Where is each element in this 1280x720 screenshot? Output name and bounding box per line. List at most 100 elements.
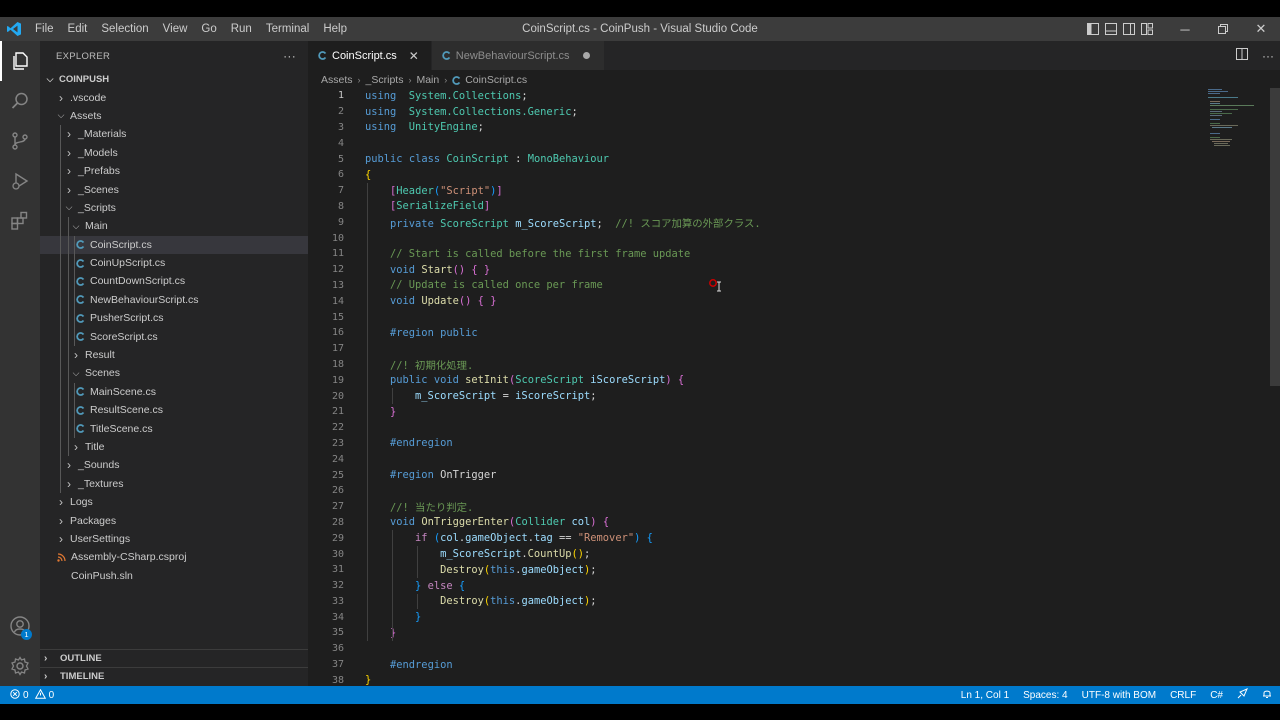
tree-folder-materials[interactable]: › _Materials [40,125,308,144]
close-window-icon[interactable]: ✕ [1242,17,1280,41]
tree-folder-usersettings[interactable]: › UserSettings [40,530,308,548]
tab-coinscript-cs[interactable]: CoinScript.cs ✕ [308,41,432,70]
code-line[interactable]: 16 #region public [308,325,1268,341]
explorer-icon[interactable] [0,41,40,81]
code-line[interactable]: 38} [308,672,1268,686]
toggle-panel-icon[interactable] [1102,17,1120,41]
code-line[interactable]: 7 [Header("Script")] [308,183,1268,199]
code-line[interactable]: 12 void Start() { } [308,262,1268,278]
extensions-icon[interactable] [0,201,40,241]
tree-file-countdownscript-cs[interactable]: CountDownScript.cs [40,272,308,291]
code-line[interactable]: 4 [308,135,1268,151]
code-line[interactable]: 24 [308,451,1268,467]
split-editor-icon[interactable] [1236,48,1248,63]
tree-folder-scenes[interactable]: › _Scenes [40,180,308,199]
tree-file-titlescene-cs[interactable]: TitleScene.cs [40,419,308,438]
menu-terminal[interactable]: Terminal [259,17,316,41]
tree-folder-packages[interactable]: › Packages [40,511,308,529]
menu-file[interactable]: File [28,17,61,41]
search-icon[interactable] [0,81,40,121]
restore-icon[interactable] [1204,17,1242,41]
tree-file-assembly-csharp-csproj[interactable]: Assembly-CSharp.csproj [40,548,308,566]
code-line[interactable]: 29 if (col.gameObject.tag == "Remover") … [308,530,1268,546]
tree-file-coinupscript-cs[interactable]: CoinUpScript.cs [40,253,308,273]
customize-layout-icon[interactable] [1138,17,1156,41]
code-line[interactable]: 5 public class CoinScript : MonoBehaviour [308,151,1268,167]
end-of-line[interactable]: CRLF [1170,690,1196,701]
outline-section[interactable]: › OUTLINE [40,649,308,667]
tree-folder-textures[interactable]: › _Textures [40,474,308,493]
code-line[interactable]: 31 Destroy(this.gameObject); [308,562,1268,578]
code-line[interactable]: 14 void Update() { } [308,293,1268,309]
code-line[interactable]: 19 public void setInit(ScoreScript iScor… [308,372,1268,388]
unsaved-dot-icon[interactable] [580,52,594,59]
tree-folder-sounds[interactable]: › _Sounds [40,456,308,475]
file-encoding[interactable]: UTF-8 with BOM [1082,690,1156,701]
source-control-icon[interactable] [0,121,40,161]
code-line[interactable]: 15 [308,309,1268,325]
menu-help[interactable]: Help [316,17,354,41]
breadcrumb-item[interactable]: Assets [321,74,353,86]
tree-folder-models[interactable]: › _Models [40,143,308,162]
code-line[interactable]: 34 } [308,609,1268,625]
problems-indicator[interactable]: 0 0 [0,688,54,702]
feedback-icon[interactable] [1237,688,1248,702]
tree-file-coinpush-sln[interactable]: CoinPush.sln [40,567,308,585]
tree-file-coinscript-cs[interactable]: CoinScript.cs [40,235,308,254]
code-line[interactable]: 30 m_ScoreScript.CountUp(); [308,546,1268,562]
notifications-bell-icon[interactable] [1262,688,1272,702]
menu-selection[interactable]: Selection [94,17,155,41]
code-line[interactable]: 8 [SerializeField] [308,199,1268,215]
code-line[interactable]: 27 //! 当たり判定. [308,499,1268,515]
code-line[interactable]: 36 [308,641,1268,657]
workspace-root[interactable]: ⌵ COINPUSH [40,70,308,88]
tree-file-scorescript-cs[interactable]: ScoreScript.cs [40,327,308,346]
code-line[interactable]: 1 using System.Collections; [308,88,1268,104]
code-line[interactable]: 28 void OnTriggerEnter(Collider col) { [308,515,1268,531]
code-line[interactable]: 6{ [308,167,1268,183]
tree-folder-scenes[interactable]: ⌵ Scenes [40,364,308,383]
tree-file-pusherscript-cs[interactable]: PusherScript.cs [40,309,308,328]
code-line[interactable]: 23 #endregion [308,436,1268,452]
tab-newbehaviourscript-cs[interactable]: NewBehaviourScript.cs [431,41,605,70]
code-line[interactable]: 11 // Start is called before the first f… [308,246,1268,262]
code-line[interactable]: 17 [308,341,1268,357]
tree-folder-assets[interactable]: ⌵ Assets [40,107,308,125]
run-debug-icon[interactable] [0,161,40,201]
tree-folder-main[interactable]: ⌵ Main [40,217,308,236]
code-line[interactable]: 26 [308,483,1268,499]
more-actions-icon[interactable]: ··· [283,49,296,63]
tree-folder-prefabs[interactable]: › _Prefabs [40,161,308,181]
code-line[interactable]: 20 m_ScoreScript = iScoreScript; [308,388,1268,404]
code-line[interactable]: 32 } else { [308,578,1268,594]
minimap[interactable] [1208,88,1268,208]
tree-folder-result[interactable]: › Result [40,345,308,365]
timeline-section[interactable]: › TIMELINE [40,667,308,685]
language-mode[interactable]: C# [1210,690,1223,701]
menu-go[interactable]: Go [194,17,223,41]
code-line[interactable]: 18 //! 初期化処理. [308,357,1268,373]
breadcrumb-item[interactable]: _Scripts [366,74,404,86]
code-line[interactable]: 37 #endregion [308,657,1268,673]
code-line[interactable]: 25 #region OnTrigger [308,467,1268,483]
code-line[interactable]: 13 // Update is called once per frame [308,278,1268,294]
tree-file-resultscene-cs[interactable]: ResultScene.cs [40,401,308,420]
code-line[interactable]: 10 [308,230,1268,246]
more-actions-icon[interactable]: ··· [1262,49,1274,63]
code-line[interactable]: 3 using UnityEngine; [308,120,1268,136]
code-line[interactable]: 9 private ScoreScript m_ScoreScript; //!… [308,214,1268,230]
indentation[interactable]: Spaces: 4 [1023,690,1067,701]
tree-folder-vscode[interactable]: › .vscode [40,88,308,106]
code-line[interactable]: 2 using System.Collections.Generic; [308,104,1268,120]
tree-folder-scripts[interactable]: ⌵ _Scripts [40,198,308,218]
tree-file-newbehaviourscript-cs[interactable]: NewBehaviourScript.cs [40,290,308,310]
code-line[interactable]: 22 [308,420,1268,436]
code-editor[interactable]: 1 using System.Collections; 2 using System.… [308,88,1268,686]
code-line[interactable]: 21 } [308,404,1268,420]
code-line[interactable]: 33 Destroy(this.gameObject); [308,594,1268,610]
code-line[interactable]: 35 } [308,625,1268,641]
menu-run[interactable]: Run [224,17,259,41]
vertical-scrollbar[interactable] [1270,88,1280,386]
toggle-secondary-sidebar-icon[interactable] [1120,17,1138,41]
toggle-primary-sidebar-icon[interactable] [1084,17,1102,41]
